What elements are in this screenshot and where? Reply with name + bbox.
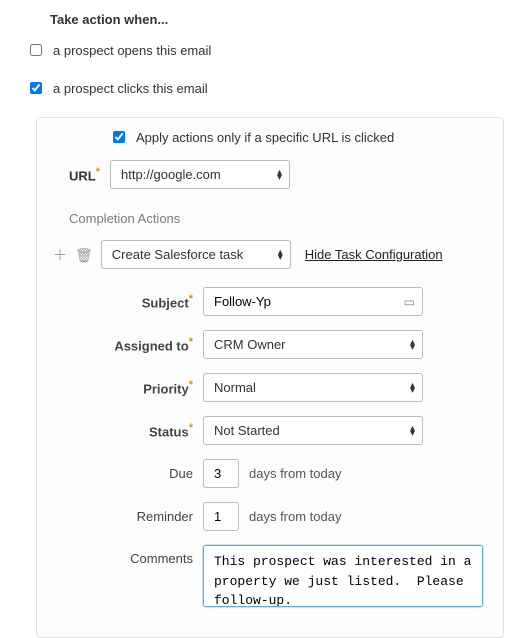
click-actions-panel: Apply actions only if a specific URL is …	[36, 117, 504, 638]
reminder-suffix: days from today	[249, 509, 342, 524]
subject-row: Subject* ▭	[53, 287, 487, 316]
trigger-clicks-row: a prospect clicks this email	[26, 79, 504, 97]
status-row: Status* Not Started ▴▾	[53, 416, 487, 445]
due-suffix: days from today	[249, 466, 342, 481]
reminder-label: Reminder	[53, 509, 193, 524]
completion-actions-title: Completion Actions	[69, 211, 487, 226]
comments-textarea[interactable]	[203, 545, 483, 607]
comments-label: Comments	[53, 545, 193, 566]
hide-task-config-link[interactable]: Hide Task Configuration	[305, 247, 443, 262]
url-select[interactable]: http://google.com	[110, 160, 290, 189]
status-select[interactable]: Not Started	[203, 416, 423, 445]
trigger-clicks-label: a prospect clicks this email	[53, 81, 208, 96]
assigned-label: Assigned to*	[53, 336, 193, 353]
apply-url-row: Apply actions only if a specific URL is …	[109, 128, 487, 146]
url-row: URL* http://google.com ▴▾	[69, 160, 487, 189]
reminder-row: Reminder days from today	[53, 502, 487, 531]
completion-action-row: ＋ 🗑 Create Salesforce task ▴▾ Hide Task …	[53, 240, 487, 269]
comments-row: Comments	[53, 545, 487, 607]
due-label: Due	[53, 466, 193, 481]
delete-action-icon[interactable]: 🗑	[75, 248, 93, 262]
subject-input[interactable]	[203, 287, 423, 316]
url-label: URL*	[69, 166, 100, 183]
trigger-opens-row: a prospect opens this email	[26, 41, 504, 59]
apply-url-checkbox[interactable]	[113, 131, 125, 143]
assigned-row: Assigned to* CRM Owner ▴▾	[53, 330, 487, 359]
priority-select[interactable]: Normal	[203, 373, 423, 402]
reminder-input[interactable]	[203, 502, 239, 531]
priority-row: Priority* Normal ▴▾	[53, 373, 487, 402]
trigger-opens-checkbox[interactable]	[30, 44, 42, 56]
due-row: Due days from today	[53, 459, 487, 488]
section-heading: Take action when...	[50, 12, 504, 27]
subject-label: Subject*	[53, 293, 193, 310]
apply-url-label: Apply actions only if a specific URL is …	[136, 130, 394, 145]
assigned-select[interactable]: CRM Owner	[203, 330, 423, 359]
due-input[interactable]	[203, 459, 239, 488]
priority-label: Priority*	[53, 379, 193, 396]
trigger-opens-label: a prospect opens this email	[53, 43, 211, 58]
status-label: Status*	[53, 422, 193, 439]
action-type-select[interactable]: Create Salesforce task	[101, 240, 291, 269]
trigger-clicks-checkbox[interactable]	[30, 82, 42, 94]
add-action-icon[interactable]: ＋	[53, 248, 67, 262]
